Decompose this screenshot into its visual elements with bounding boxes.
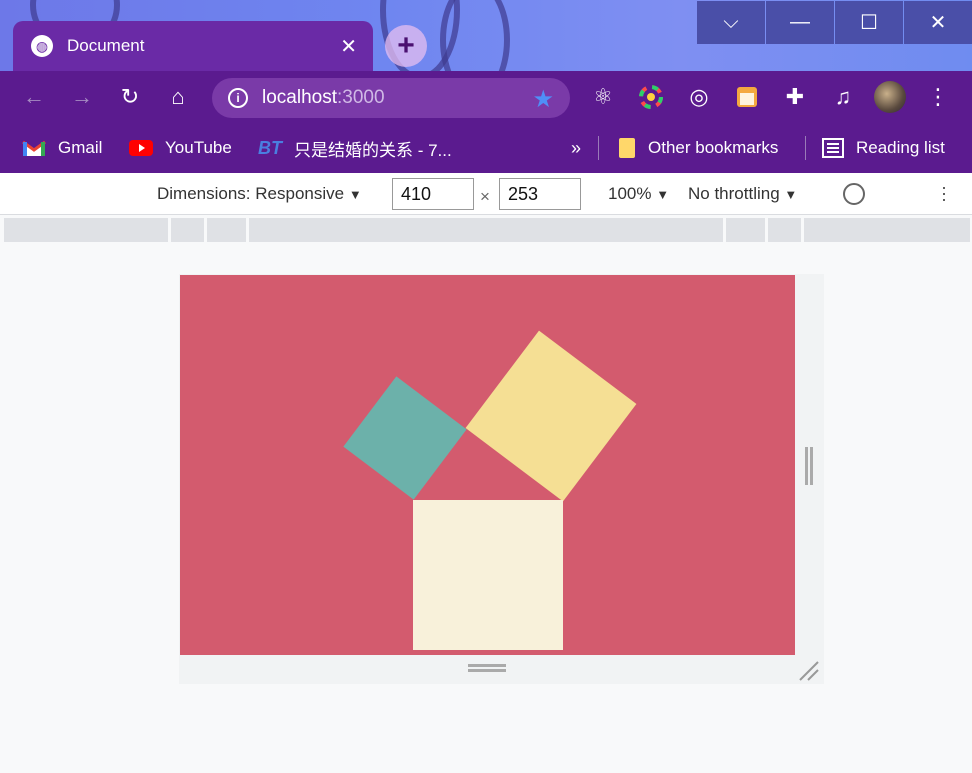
- browser-toolbar: ← → ↻ ⌂ i localhost:3000 ★ ⚛ ◎ ✚ ♫ ⋮: [0, 71, 972, 124]
- extensions-button[interactable]: ✚: [779, 81, 811, 113]
- page-viewport: [180, 275, 795, 655]
- minimize-icon: —: [790, 11, 810, 33]
- color-extension[interactable]: [635, 81, 667, 113]
- tab-strip: ◍ Document ✕ + ⌵ — ☐ ✕: [0, 0, 972, 71]
- react-icon: ⚛: [593, 84, 613, 109]
- profile-avatar[interactable]: [874, 81, 906, 113]
- tab-search-button[interactable]: ⌵: [697, 1, 765, 44]
- bookmark-label: Gmail: [58, 138, 103, 157]
- address-bar[interactable]: i localhost:3000 ★: [212, 78, 570, 118]
- ruler-divider: [765, 218, 768, 242]
- url-host: localhost: [262, 87, 337, 108]
- reading-list-label: Reading list: [856, 138, 945, 157]
- caret-down-icon: ▼: [348, 187, 362, 202]
- viewport-width-input[interactable]: [392, 178, 474, 210]
- forward-button[interactable]: →: [66, 81, 98, 113]
- bookmarks-overflow-button[interactable]: »: [571, 136, 581, 160]
- rotate-icon[interactable]: [843, 183, 865, 205]
- media-query-bar[interactable]: [4, 218, 970, 242]
- bookmarks-bar: Gmail YouTube BT 只是结婚的关系 - 7... » Other …: [0, 124, 972, 173]
- notepad-icon: [737, 87, 757, 107]
- ruler-divider: [204, 218, 207, 242]
- arrow-left-icon: ←: [23, 84, 45, 109]
- site-info-icon[interactable]: i: [228, 88, 248, 108]
- caret-down-icon: ▼: [784, 187, 798, 202]
- gmail-icon: [22, 139, 46, 157]
- home-button[interactable]: ⌂: [162, 81, 194, 113]
- other-bookmarks-label: Other bookmarks: [648, 138, 779, 157]
- ruler-divider: [723, 218, 726, 242]
- zoom-label: 100%: [608, 184, 652, 203]
- reading-list-button[interactable]: Reading list: [822, 136, 945, 160]
- new-tab-button[interactable]: +: [385, 25, 427, 67]
- reading-list-icon: [822, 138, 844, 158]
- notes-extension[interactable]: [731, 81, 763, 113]
- dimensions-label: Dimensions: Responsive: [157, 184, 345, 203]
- ruler-divider: [801, 218, 804, 242]
- arrow-right-icon: →: [71, 84, 93, 109]
- react-devtools-extension[interactable]: ⚛: [587, 81, 619, 113]
- minimize-button[interactable]: —: [766, 1, 834, 44]
- viewport-height-input[interactable]: [499, 178, 581, 210]
- maximize-button[interactable]: ☐: [835, 1, 903, 44]
- wallpaper-swirl: [440, 0, 510, 71]
- back-button[interactable]: ←: [18, 81, 50, 113]
- bookmark-star-icon[interactable]: ★: [532, 85, 554, 114]
- tab-title: Document: [67, 36, 145, 55]
- resize-handle-right[interactable]: [805, 447, 813, 485]
- playlist-icon: ♫: [834, 84, 852, 109]
- device-toolbar-menu-icon[interactable]: · · ·: [940, 178, 948, 208]
- reload-icon: ↻: [120, 84, 140, 109]
- close-window-button[interactable]: ✕: [904, 1, 972, 44]
- teal-square: [343, 376, 467, 500]
- device-toolbar: Dimensions: Responsive ▼ × 100% ▼ No thr…: [0, 173, 972, 215]
- divider: [598, 136, 599, 160]
- kebab-menu-icon: ⋮: [927, 84, 949, 109]
- maximize-icon: ☐: [860, 12, 878, 34]
- globe-icon: ◍: [31, 35, 53, 57]
- throttling-label: No throttling: [688, 184, 780, 203]
- home-icon: ⌂: [171, 84, 185, 109]
- browser-menu-button[interactable]: ⋮: [922, 81, 954, 113]
- bt-icon: BT: [258, 137, 282, 158]
- bookmark-label: YouTube: [165, 138, 232, 157]
- resize-handle-bottom[interactable]: [468, 664, 506, 672]
- youtube-icon: [129, 139, 153, 157]
- caret-down-icon: ▼: [656, 187, 670, 202]
- puzzle-icon: ✚: [785, 84, 805, 109]
- divider: [805, 136, 806, 160]
- dimensions-dropdown[interactable]: Dimensions: Responsive ▼: [157, 184, 362, 204]
- target-icon: ◎: [689, 84, 709, 109]
- tab-document[interactable]: ◍ Document ✕: [13, 21, 373, 71]
- zoom-dropdown[interactable]: 100% ▼: [608, 184, 669, 204]
- media-control-button[interactable]: ♫: [827, 81, 859, 113]
- ruler-divider: [246, 218, 249, 242]
- chevron-double-right-icon: »: [571, 137, 582, 158]
- chevron-down-icon: ⌵: [723, 11, 739, 33]
- folder-icon: [618, 137, 636, 159]
- bookmark-gmail[interactable]: Gmail: [22, 136, 102, 160]
- color-wheel-icon: [639, 85, 663, 109]
- bookmark-bt[interactable]: BT 只是结婚的关系 - 7...: [258, 136, 452, 160]
- cream-square: [413, 500, 563, 650]
- close-tab-icon[interactable]: ✕: [340, 34, 357, 59]
- bookmark-youtube[interactable]: YouTube: [129, 136, 232, 160]
- reload-button[interactable]: ↻: [114, 81, 146, 113]
- yellow-square: [465, 330, 637, 502]
- ruler-divider: [168, 218, 171, 242]
- other-bookmarks-folder[interactable]: Other bookmarks: [618, 136, 778, 160]
- record-extension[interactable]: ◎: [683, 81, 715, 113]
- bookmark-label: 只是结婚的关系 - 7...: [294, 140, 452, 160]
- times-symbol: ×: [480, 187, 490, 206]
- url-port: :3000: [337, 87, 385, 108]
- throttling-dropdown[interactable]: No throttling ▼: [688, 184, 797, 204]
- close-icon: ✕: [929, 12, 947, 34]
- resize-handle-corner[interactable]: [798, 660, 820, 682]
